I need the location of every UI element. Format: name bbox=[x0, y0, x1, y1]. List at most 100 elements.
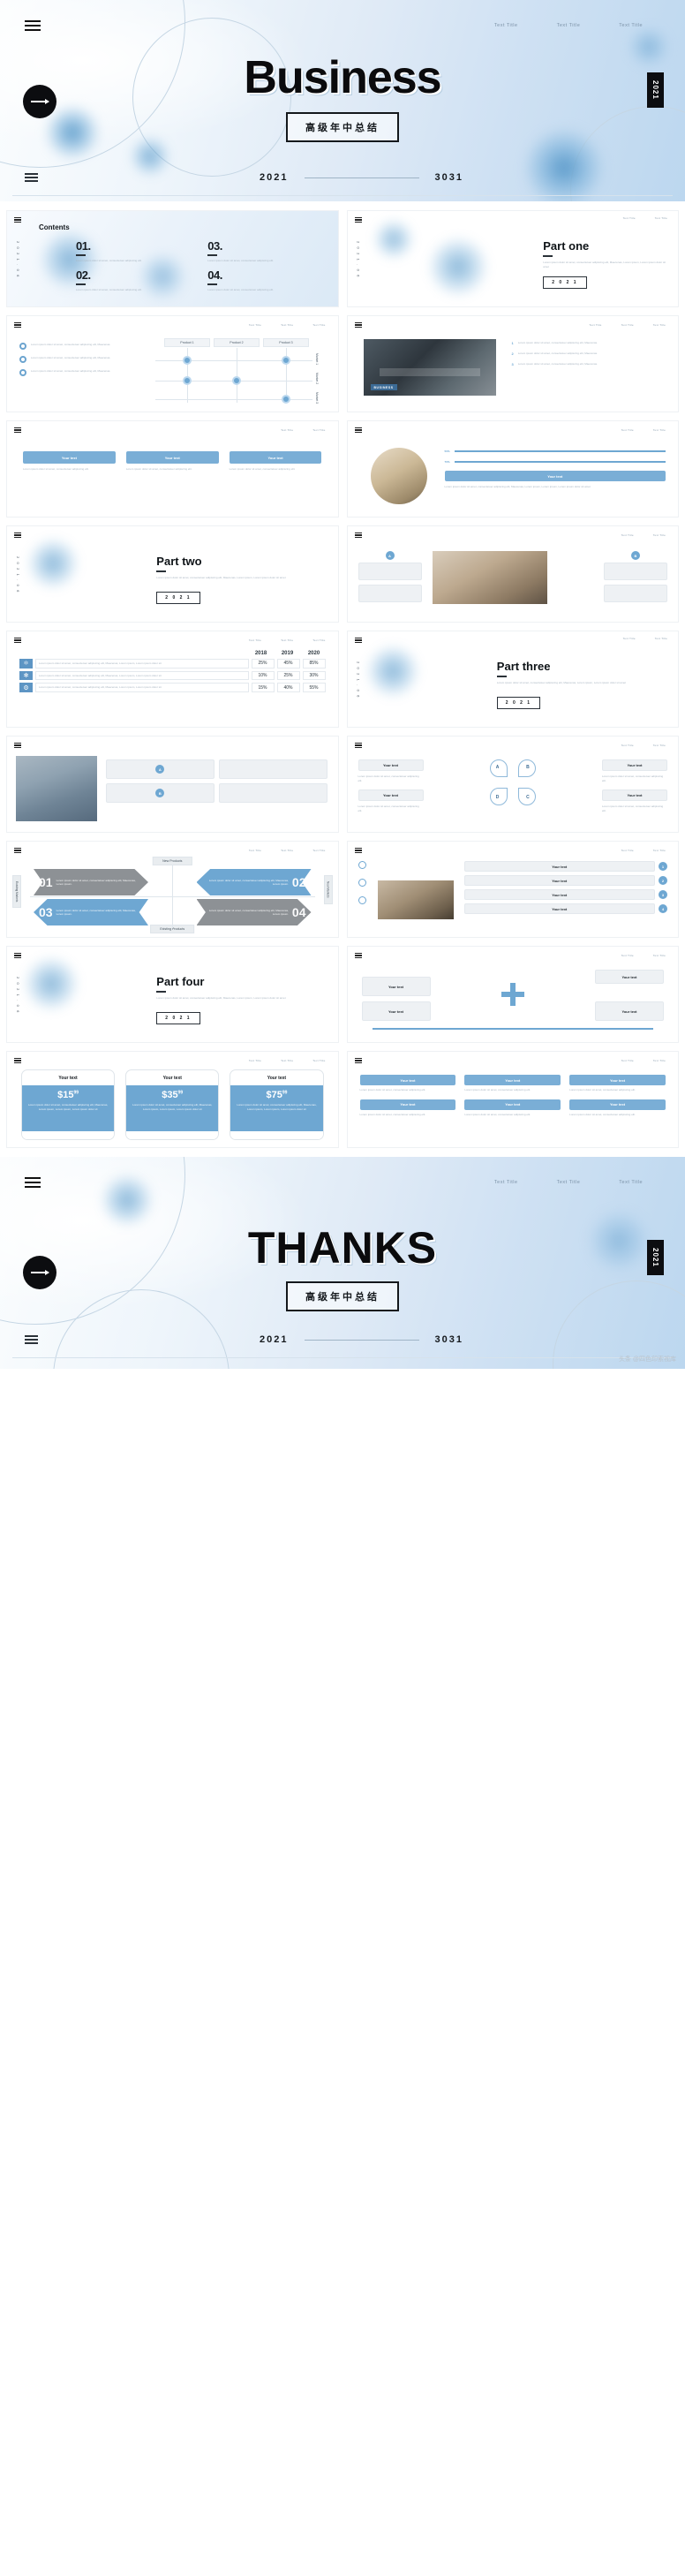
pricing-card[interactable]: Your text $3599 Lorem ipsum dolor sit am… bbox=[125, 1069, 220, 1140]
clover-letter-c: C bbox=[526, 795, 530, 800]
slide-part-three[interactable]: 2 0 2 1 . 0 6 Text Title Text Title Part… bbox=[347, 631, 678, 727]
clover-petal-d: D bbox=[489, 788, 508, 805]
menu-icon[interactable] bbox=[354, 1057, 362, 1065]
menu-icon[interactable] bbox=[354, 216, 362, 224]
contents-number: 02. bbox=[76, 268, 91, 282]
slide-three-chips[interactable]: Text Title Text Title Your text Lorem ip… bbox=[7, 421, 338, 517]
chip[interactable] bbox=[604, 563, 667, 580]
menu-icon[interactable] bbox=[14, 952, 21, 960]
slide-part-two[interactable]: 2 0 2 1 . 0 6 Part two Lorem ipsum dolor… bbox=[7, 526, 338, 622]
list-item[interactable]: 01. Lorem ipsum dolor sit amet, consecte… bbox=[76, 239, 193, 263]
arrow-04[interactable]: Lorem ipsum dolor sit amet, consectetuer… bbox=[196, 899, 312, 925]
arrow-03[interactable]: 03 Lorem ipsum dolor sit amet, consectet… bbox=[34, 899, 148, 925]
menu-icon[interactable] bbox=[14, 847, 21, 855]
menu-icon[interactable] bbox=[25, 18, 41, 34]
cross-chip[interactable]: Your text bbox=[361, 1001, 431, 1021]
menu-icon[interactable] bbox=[354, 637, 362, 645]
menu-icon[interactable] bbox=[14, 321, 21, 329]
slide-six-chips[interactable]: Text Title Text Title Your text Lorem ips… bbox=[347, 1052, 678, 1147]
chip-desc: Lorem ipsum dolor sit amet, consectetuer… bbox=[23, 467, 89, 471]
chip-card[interactable]: Your text Lorem ipsum dolor sit amet, con… bbox=[569, 1099, 666, 1117]
menu-icon[interactable] bbox=[14, 532, 21, 540]
menu-icon[interactable] bbox=[354, 847, 362, 855]
chip[interactable] bbox=[358, 563, 422, 580]
clover-letter-d: D bbox=[495, 795, 500, 800]
header-text-title-3: Text Title bbox=[619, 23, 643, 28]
clover-desc: Lorem ipsum dolor sit amet, consectetuer… bbox=[602, 774, 664, 782]
photo-meeting bbox=[377, 880, 454, 919]
arrow-text: Lorem ipsum dolor sit amet, consectetuer… bbox=[56, 908, 136, 917]
contents-desc: Lorem ipsum dolor sit amet, consectetuer… bbox=[76, 287, 142, 291]
cross-chip[interactable]: Your text bbox=[595, 1001, 664, 1021]
cross-chip[interactable]: Your text bbox=[361, 977, 431, 996]
menu-icon[interactable] bbox=[14, 742, 21, 750]
menu-icon[interactable] bbox=[354, 952, 362, 960]
pricing-card[interactable]: Your text $7599 Lorem ipsum dolor sit am… bbox=[230, 1069, 324, 1140]
menu-icon[interactable] bbox=[354, 532, 362, 540]
clover-diagram: A B D C bbox=[486, 756, 539, 809]
part-title: Part two bbox=[156, 555, 202, 568]
arrow-01[interactable]: 01 Lorem ipsum dolor sit amet, consectet… bbox=[34, 869, 148, 895]
chip[interactable] bbox=[358, 585, 422, 602]
chip-card[interactable]: Your text Lorem ipsum dolor sit amet, co… bbox=[229, 451, 322, 472]
menu-icon[interactable] bbox=[25, 1175, 41, 1190]
slide-city-chips[interactable]: A B bbox=[7, 737, 338, 832]
menu-icon[interactable] bbox=[354, 427, 362, 434]
menu-icon[interactable] bbox=[14, 637, 21, 645]
slide-photo-list[interactable]: Text Title Text Title Text Title BUSINES… bbox=[347, 316, 678, 412]
list-item[interactable]: 04. Lorem ipsum dolor sit amet, consecte… bbox=[207, 268, 325, 292]
photo-desk: BUSINESS bbox=[363, 339, 496, 396]
list-item[interactable]: 02. Lorem ipsum dolor sit amet, consecte… bbox=[76, 268, 193, 292]
slide-arrow-quadrant[interactable]: Text Title Text Title Text Title New Pro… bbox=[7, 842, 338, 937]
year-start: 2021 bbox=[260, 1334, 289, 1345]
slide-contents[interactable]: Contents 2 0 2 1 . 0 6 01. Lorem ipsum d… bbox=[7, 211, 338, 306]
slide-matrix[interactable]: Text Title Text Title Text Title Lorem i… bbox=[7, 316, 338, 412]
chip-card[interactable]: Your text Lorem ipsum dolor sit amet, con… bbox=[359, 1099, 456, 1117]
slide-steps[interactable]: Text Title Text Title Your text 1 Your te… bbox=[347, 842, 678, 937]
chip[interactable]: A bbox=[106, 759, 215, 779]
menu-icon[interactable] bbox=[14, 1057, 21, 1065]
slide-clover[interactable]: Text Title Text Title Your text Lorem ip… bbox=[347, 737, 678, 832]
slide-chips-photo[interactable]: Text Title Text Title A B bbox=[347, 526, 678, 622]
list-item[interactable]: 03. Lorem ipsum dolor sit amet, consecte… bbox=[207, 239, 325, 263]
part-year-badge: 2 0 2 1 bbox=[496, 697, 541, 709]
menu-icon[interactable] bbox=[14, 216, 21, 224]
menu-icon[interactable] bbox=[354, 321, 362, 329]
slide-circle-bars[interactable]: Text Title Text Title 50% 70% Your text … bbox=[347, 421, 678, 517]
chip[interactable] bbox=[218, 759, 327, 779]
pricing-card[interactable]: Your text $1599 Lorem ipsum dolor sit am… bbox=[21, 1069, 116, 1140]
chip[interactable] bbox=[218, 783, 327, 803]
slide-icon-table[interactable]: Text Title Text Title Text Title 2018 20… bbox=[7, 631, 338, 727]
chip-desc: Lorem ipsum dolor sit amet, consectetuer… bbox=[569, 1088, 636, 1092]
chip-card[interactable]: Your text Lorem ipsum dolor sit amet, con… bbox=[569, 1075, 666, 1092]
step-label: Your text bbox=[463, 903, 655, 914]
menu-icon-footer[interactable] bbox=[25, 171, 38, 185]
menu-icon[interactable] bbox=[14, 427, 21, 434]
pricing-footer bbox=[22, 1131, 115, 1139]
header-text-title-1: Text Title bbox=[621, 1059, 634, 1062]
slide-date: 2 0 2 1 . 0 6 bbox=[356, 661, 361, 699]
chip-card[interactable]: Your text Lorem ipsum dolor sit amet, co… bbox=[125, 451, 219, 472]
chip[interactable] bbox=[604, 585, 667, 602]
chip-card[interactable]: Your text Lorem ipsum dolor sit amet, co… bbox=[23, 451, 116, 472]
data-point bbox=[282, 356, 290, 365]
slide-part-one[interactable]: 2 0 2 1 . 0 6 Text Title Text Title Part… bbox=[347, 211, 678, 306]
axis-line bbox=[372, 1028, 653, 1030]
arrow-02[interactable]: Lorem ipsum dolor sit amet, consectetuer… bbox=[196, 869, 312, 895]
thanks-footer: 2021 3031 bbox=[0, 1325, 685, 1355]
chip-label: Your text bbox=[23, 451, 116, 464]
chip-card[interactable]: Your text Lorem ipsum dolor sit amet, con… bbox=[464, 1099, 561, 1117]
header-text-title-1: Text Title bbox=[589, 323, 602, 327]
slide-part-four[interactable]: 2 0 2 1 . 0 6 Part four Lorem ipsum dolo… bbox=[7, 947, 338, 1042]
cross-chip[interactable]: Your text bbox=[595, 970, 664, 984]
atom-icon: ✻ bbox=[19, 670, 33, 681]
chip[interactable]: B bbox=[106, 783, 215, 803]
slide-cross[interactable]: Text Title Text Title Your text Your tex… bbox=[347, 947, 678, 1042]
badge-b: B bbox=[631, 551, 640, 560]
menu-icon-footer[interactable] bbox=[25, 1333, 38, 1347]
chip-card[interactable]: Your text Lorem ipsum dolor sit amet, con… bbox=[464, 1075, 561, 1092]
slide-pricing[interactable]: Text Title Text Title Text Title Your te… bbox=[7, 1052, 338, 1147]
menu-icon[interactable] bbox=[354, 742, 362, 750]
step-rows: Your text 1 Your text 2 Your text 3 Your te… bbox=[463, 861, 667, 914]
chip-card[interactable]: Your text Lorem ipsum dolor sit amet, con… bbox=[359, 1075, 456, 1092]
